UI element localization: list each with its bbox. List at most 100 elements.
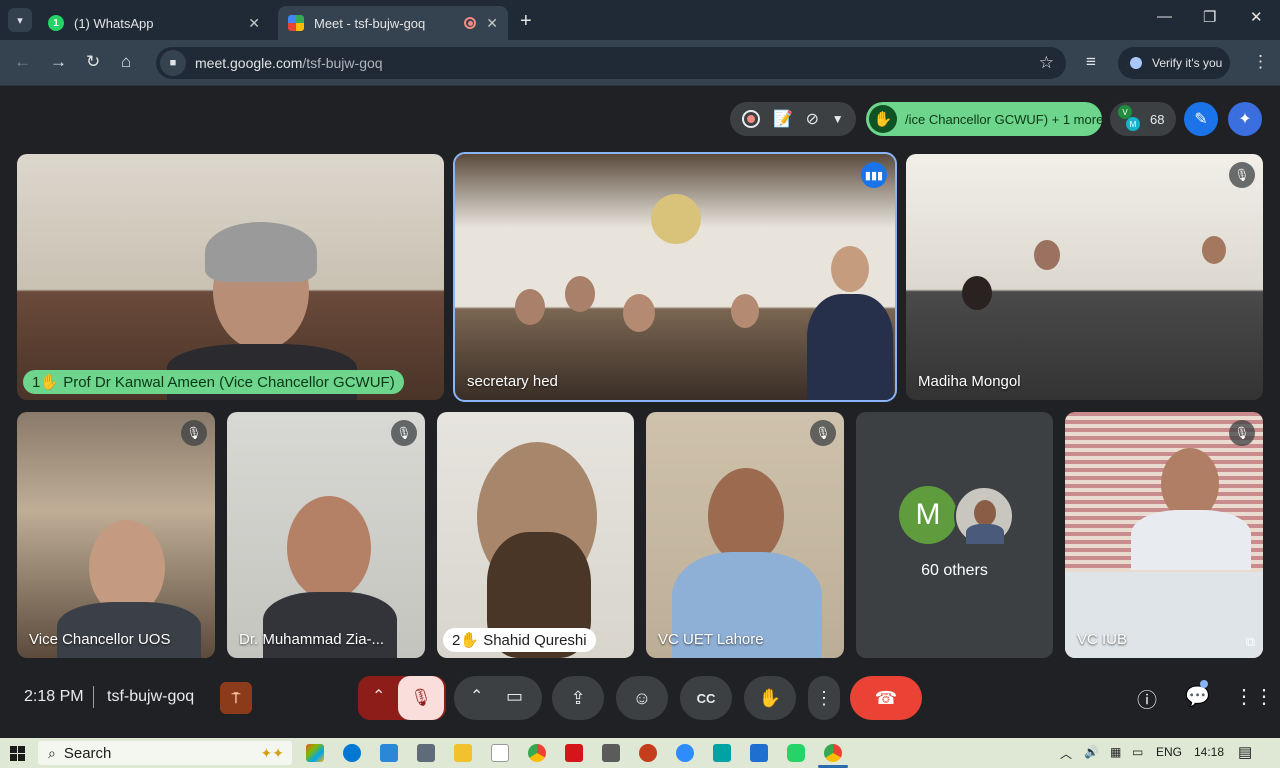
mic-toggle-button[interactable]: 🎙 [398,676,444,720]
camera-options-chevron-icon[interactable]: ⌃ [470,686,483,706]
present-button[interactable]: ⇪ [552,676,604,720]
camera-icon[interactable]: ▭ [506,686,523,707]
raised-hands-chip[interactable]: ✋ /ice Chancellor GCWUF) + 1 more [866,102,1102,136]
network-icon[interactable]: ▦ [1110,745,1121,759]
powerpoint-app-icon[interactable] [639,744,657,762]
participant-face [831,246,869,292]
participant-tile[interactable]: 1✋ Prof Dr Kanwal Ameen (Vice Chancellor… [17,154,444,400]
new-tab-button[interactable]: + [520,10,532,33]
camera-app-icon[interactable] [417,744,435,762]
participant-tile[interactable]: 🎙 ⧉ VC IUB [1065,412,1263,658]
reload-icon[interactable]: ↻ [86,52,100,72]
sparkle-icon: ✦ [1238,111,1252,128]
participant-face [565,276,595,312]
tab-meet[interactable]: Meet - tsf-bujw-goq ✕ [278,6,508,40]
mic-off-icon: 🎙 [410,688,432,707]
copilot-app-icon[interactable] [306,744,324,762]
chevron-down-icon: ▾ [17,14,23,27]
participant-tile[interactable]: 🎙 Dr. Muhammad Zia-... [227,412,425,658]
notifications-icon[interactable]: ▤ [1238,743,1252,761]
show-hidden-icons-chevron-icon[interactable]: ︿ [1060,745,1072,762]
volume-icon[interactable]: 🔊 [1084,745,1099,759]
media-controls-icon[interactable]: ≡ [1086,52,1096,72]
participant-face [1034,240,1060,270]
input-language[interactable]: ENG [1156,745,1182,759]
participant-face [1202,236,1226,264]
others-tile[interactable]: M 60 others [856,412,1053,658]
participant-count: 68 [1150,111,1165,127]
participant-tile[interactable]: 🎙 Vice Chancellor UOS [17,412,215,658]
leave-call-button[interactable]: ☎ [850,676,922,720]
participant-name: secretary hed [467,373,558,390]
whatsapp-app-icon[interactable] [787,744,805,762]
muted-mic-icon: 🎙 [391,420,417,446]
avatar: M [899,486,957,544]
tab-whatsapp[interactable]: 1 (1) WhatsApp ✕ [38,6,270,40]
raised-hand-icon: ✋ [40,374,60,391]
taskbar-search-box[interactable]: ⌕ Search ✦✦ [38,741,292,765]
acrobat-app-icon[interactable] [565,744,583,762]
people-button[interactable]: V M 68 [1110,102,1176,136]
participant-tile[interactable]: 🎙 Madiha Mongol [906,154,1263,400]
notepad-app-icon[interactable] [491,744,509,762]
edge-app-icon[interactable] [343,744,361,762]
avatar [954,486,1014,546]
more-vert-icon: ⋮ [815,687,833,708]
address-bar[interactable]: ■ meet.google.com/tsf-bujw-goq ☆ [156,47,1066,79]
back-icon[interactable]: ← [14,52,31,72]
participant-hair [205,222,317,282]
verify-profile-button[interactable]: Verify it's you [1118,47,1230,79]
close-tab-icon[interactable]: ✕ [248,15,260,32]
recording-icon[interactable] [742,110,761,128]
photos-app-icon[interactable] [750,744,768,762]
participant-tile[interactable]: 2✋ Shahid Qureshi [437,412,634,658]
participant-tile-active-speaker[interactable]: ▮▮▮ secretary hed [453,152,897,402]
activities-grid-icon[interactable]: ⋮⋮ [1234,684,1274,709]
restore-button[interactable]: ❐ [1203,8,1216,26]
tab-search-button[interactable]: ▾ [8,8,32,32]
participant-name: Madiha Mongol [918,373,1021,390]
chrome-app-icon[interactable] [528,744,546,762]
participant-tile[interactable]: 🎙 VC UET Lahore [646,412,844,658]
muted-mic-icon: 🎙 [1229,420,1255,446]
meet-app-icon[interactable] [713,744,731,762]
notes-icon[interactable]: 📝 [773,109,793,129]
desktop-app-icon[interactable] [380,744,398,762]
browser-tab-strip: ▾ 1 (1) WhatsApp ✕ Meet - tsf-bujw-goq ✕… [0,0,1280,40]
browser-menu-icon[interactable]: ⋮ [1252,52,1269,72]
captions-button[interactable]: CC [680,676,732,720]
file-explorer-icon[interactable] [454,744,472,762]
windows-taskbar: ⌕ Search ✦✦ ︿ 🔊 ▦ ▭ ENG 14:18 ▤ [0,738,1280,768]
ai-effects-button[interactable]: ✎ [1184,102,1218,136]
system-clock[interactable]: 14:18 [1194,745,1224,759]
bookmark-star-icon[interactable]: ☆ [1039,53,1054,73]
host-controls-icon[interactable]: ⍑ [220,682,252,714]
app-icon[interactable] [602,744,620,762]
chevron-down-icon[interactable]: ▼ [832,112,844,126]
muted-mic-icon: 🎙 [810,420,836,446]
gemini-button[interactable]: ✦ [1228,102,1262,136]
present-screen-icon: ⇪ [570,687,586,708]
more-options-button[interactable]: ⋮ [808,676,840,720]
chrome-active-app-icon[interactable] [824,744,842,762]
chat-icon[interactable]: 💬 [1185,684,1210,709]
zoom-app-icon[interactable] [676,744,694,762]
hangup-icon: ☎ [874,687,898,708]
raise-hand-button[interactable]: ✋ [744,676,796,720]
close-window-button[interactable]: ✕ [1250,8,1263,26]
mic-options-chevron-icon[interactable]: ⌃ [372,686,385,706]
camera-framing-off-icon[interactable]: ⊘ [806,109,819,129]
minimize-button[interactable]: — [1157,8,1172,25]
home-icon[interactable]: ⌂ [121,52,131,72]
battery-icon[interactable]: ▭ [1132,745,1143,759]
picture-in-picture-icon[interactable]: ⧉ [1246,634,1255,650]
raised-hand-icon: ✋ [869,105,897,133]
participant-name: 1✋ Prof Dr Kanwal Ameen (Vice Chancellor… [23,370,404,394]
close-tab-icon[interactable]: ✕ [486,15,498,32]
reactions-button[interactable]: ☺ [616,676,668,720]
site-info-icon[interactable]: ■ [160,50,186,76]
meet-top-bar: 📝 ⊘ ▼ ✋ /ice Chancellor GCWUF) + 1 more … [0,86,1280,152]
forward-icon[interactable]: → [50,52,67,72]
meeting-info-icon[interactable]: ⓘ [1137,684,1157,713]
windows-start-button[interactable] [10,746,25,761]
